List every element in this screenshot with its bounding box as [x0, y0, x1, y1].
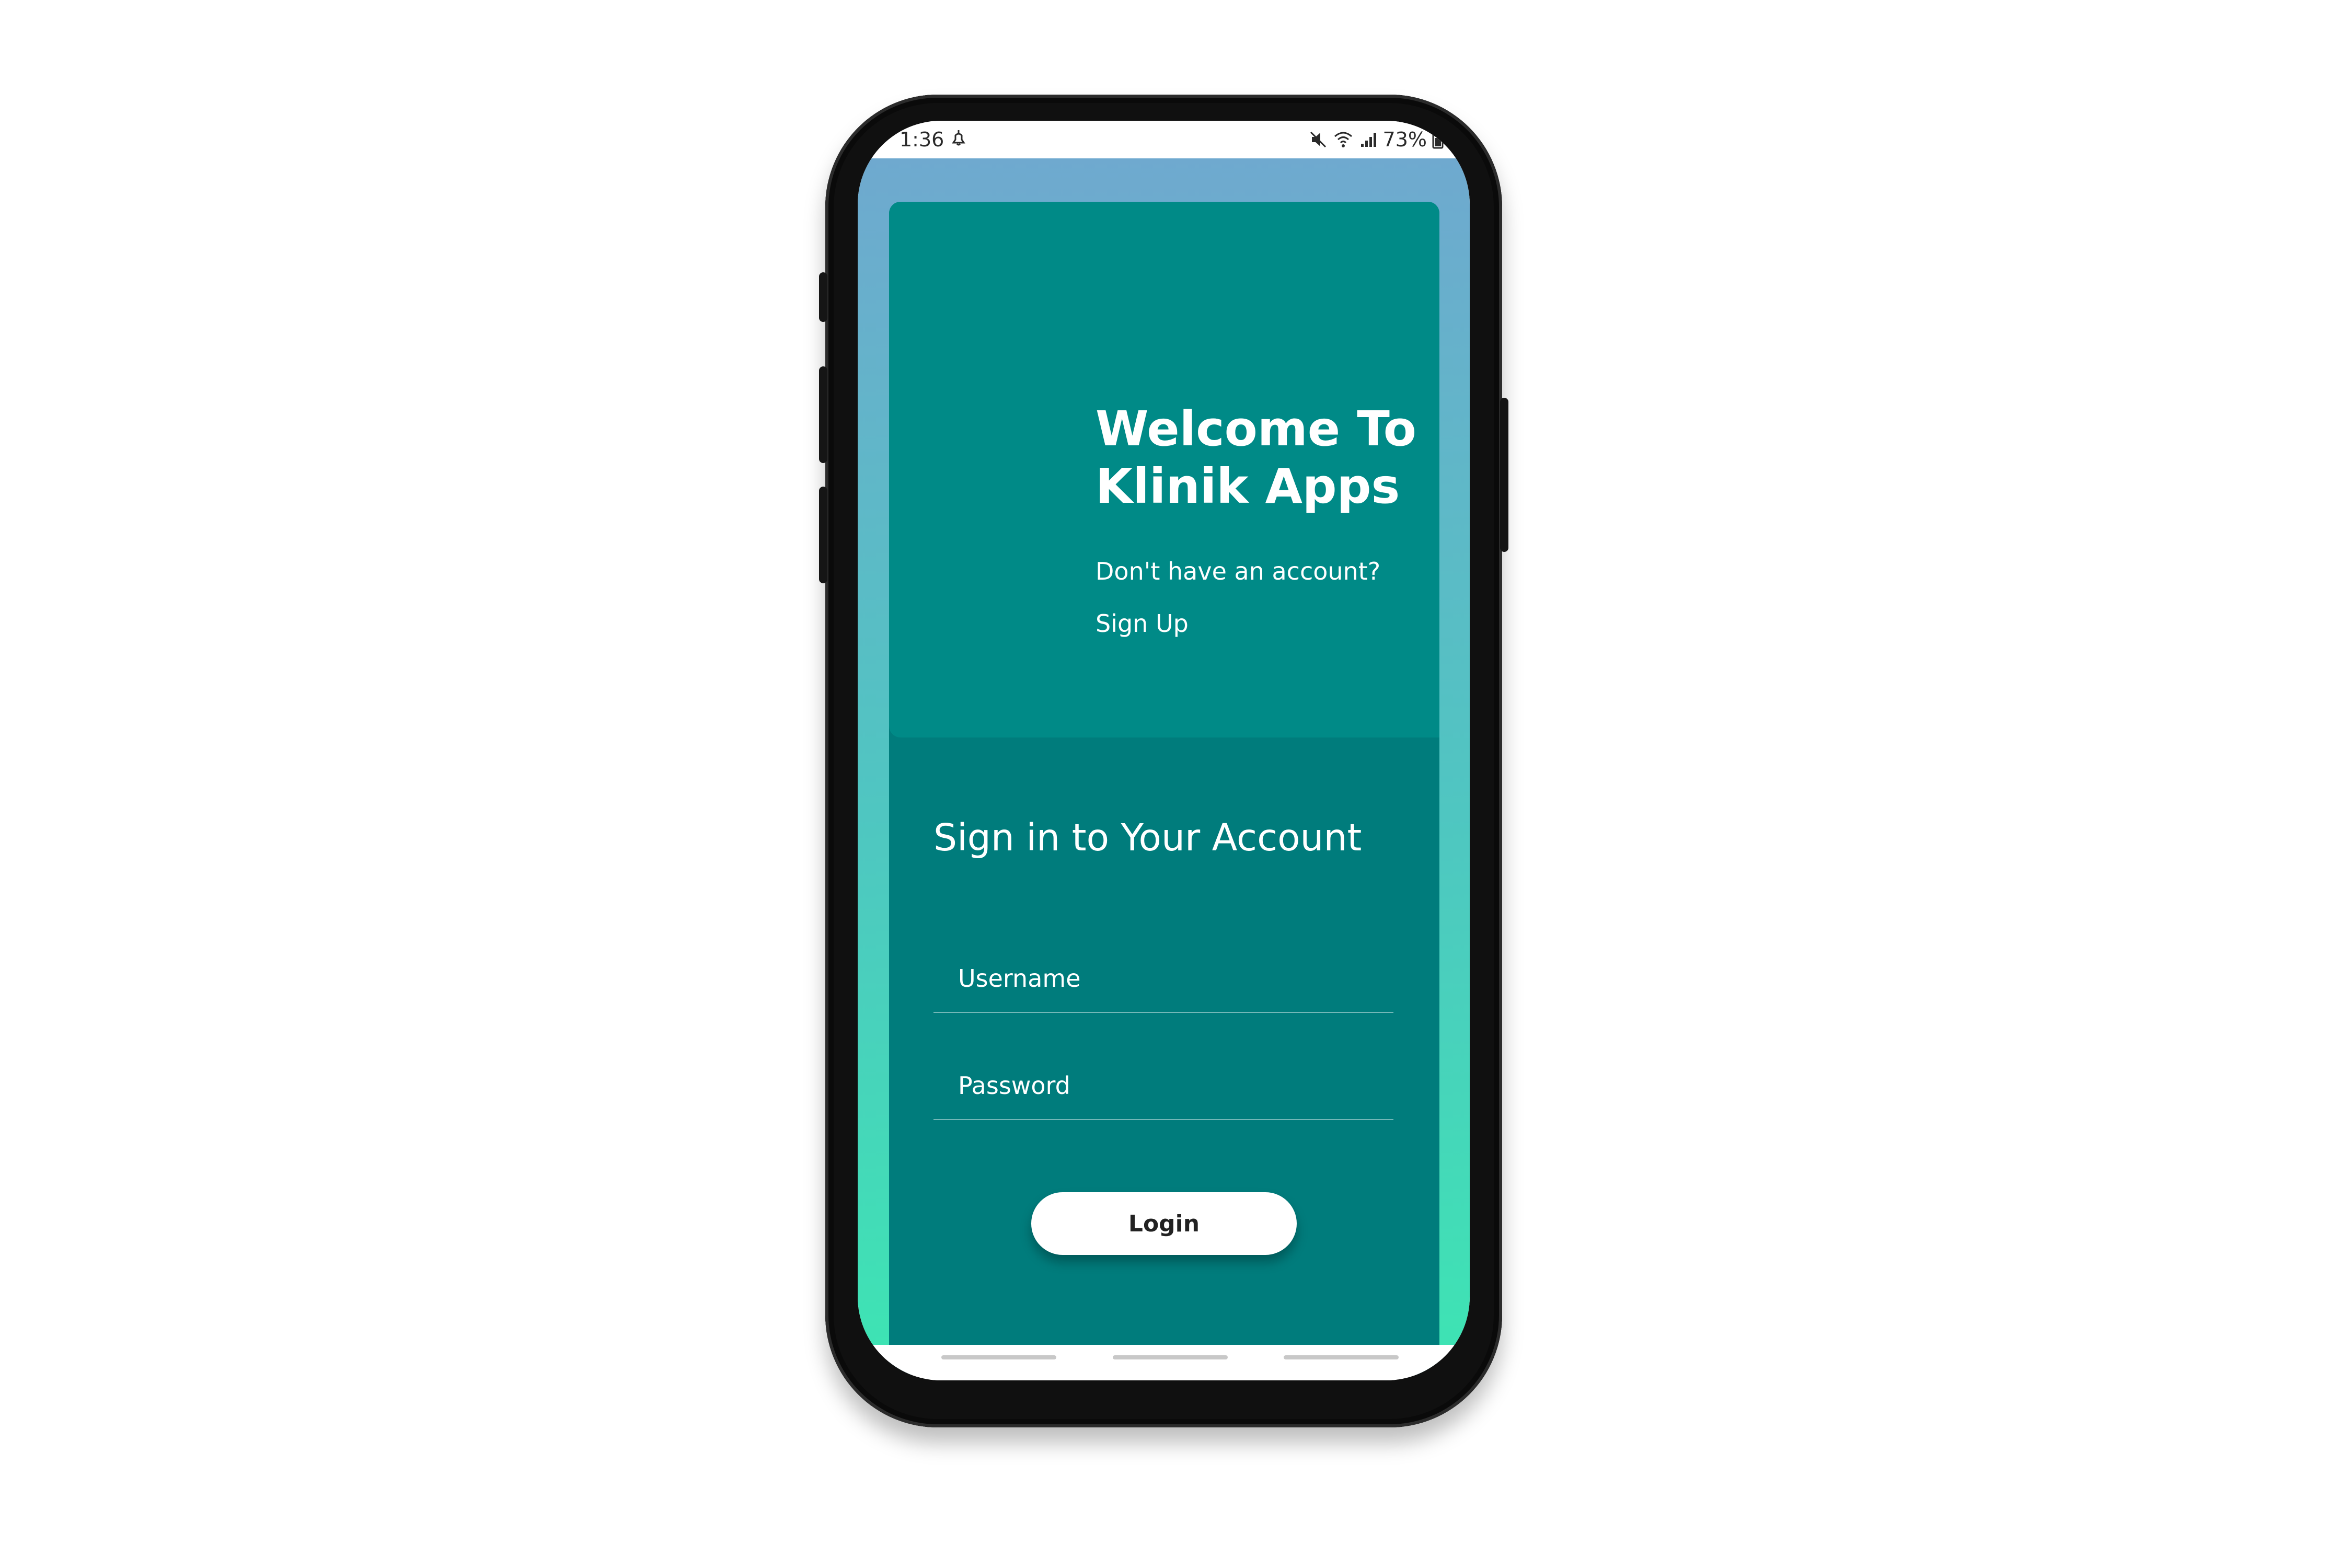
app-background: Welcome To Klinik Apps Don't have an acc… — [858, 158, 1470, 1375]
signal-icon — [1361, 133, 1376, 147]
welcome-title: Welcome To Klinik Apps — [1096, 401, 1416, 514]
phone-mockup: 1:36 73% Welcome To Klinik Apps Don't ha… — [819, 95, 1508, 1427]
navigation-bar — [858, 1345, 1470, 1380]
username-input[interactable] — [957, 964, 1388, 993]
volume-button — [819, 272, 827, 322]
nav-back-button[interactable] — [1284, 1355, 1399, 1359]
login-card: Welcome To Klinik Apps Don't have an acc… — [889, 202, 1439, 1375]
phone-screen: 1:36 73% Welcome To Klinik Apps Don't ha… — [858, 121, 1470, 1380]
password-field — [933, 1051, 1393, 1120]
volume-up-button — [819, 366, 827, 463]
notification-icon — [952, 130, 965, 146]
mute-icon — [1310, 131, 1326, 148]
password-input[interactable] — [957, 1071, 1388, 1100]
login-button[interactable]: Login — [1031, 1192, 1297, 1255]
username-field — [933, 944, 1393, 1013]
nav-recent-button[interactable] — [941, 1355, 1056, 1359]
welcome-panel: Welcome To Klinik Apps Don't have an acc… — [889, 202, 1439, 737]
battery-percent: 73% — [1382, 128, 1427, 151]
nav-home-button[interactable] — [1113, 1355, 1228, 1359]
volume-down-button — [819, 487, 827, 583]
sign-up-link[interactable]: Sign Up — [1096, 609, 1189, 638]
battery-icon — [1432, 131, 1444, 149]
status-indicators: 73% — [1309, 128, 1444, 151]
status-bar: 1:36 73% — [858, 121, 1470, 158]
power-button — [1500, 398, 1508, 552]
wifi-icon — [1334, 132, 1352, 147]
status-time: 1:36 — [900, 128, 944, 151]
no-account-text: Don't have an account? — [1096, 557, 1381, 585]
signin-title: Sign in to Your Account — [933, 816, 1362, 859]
